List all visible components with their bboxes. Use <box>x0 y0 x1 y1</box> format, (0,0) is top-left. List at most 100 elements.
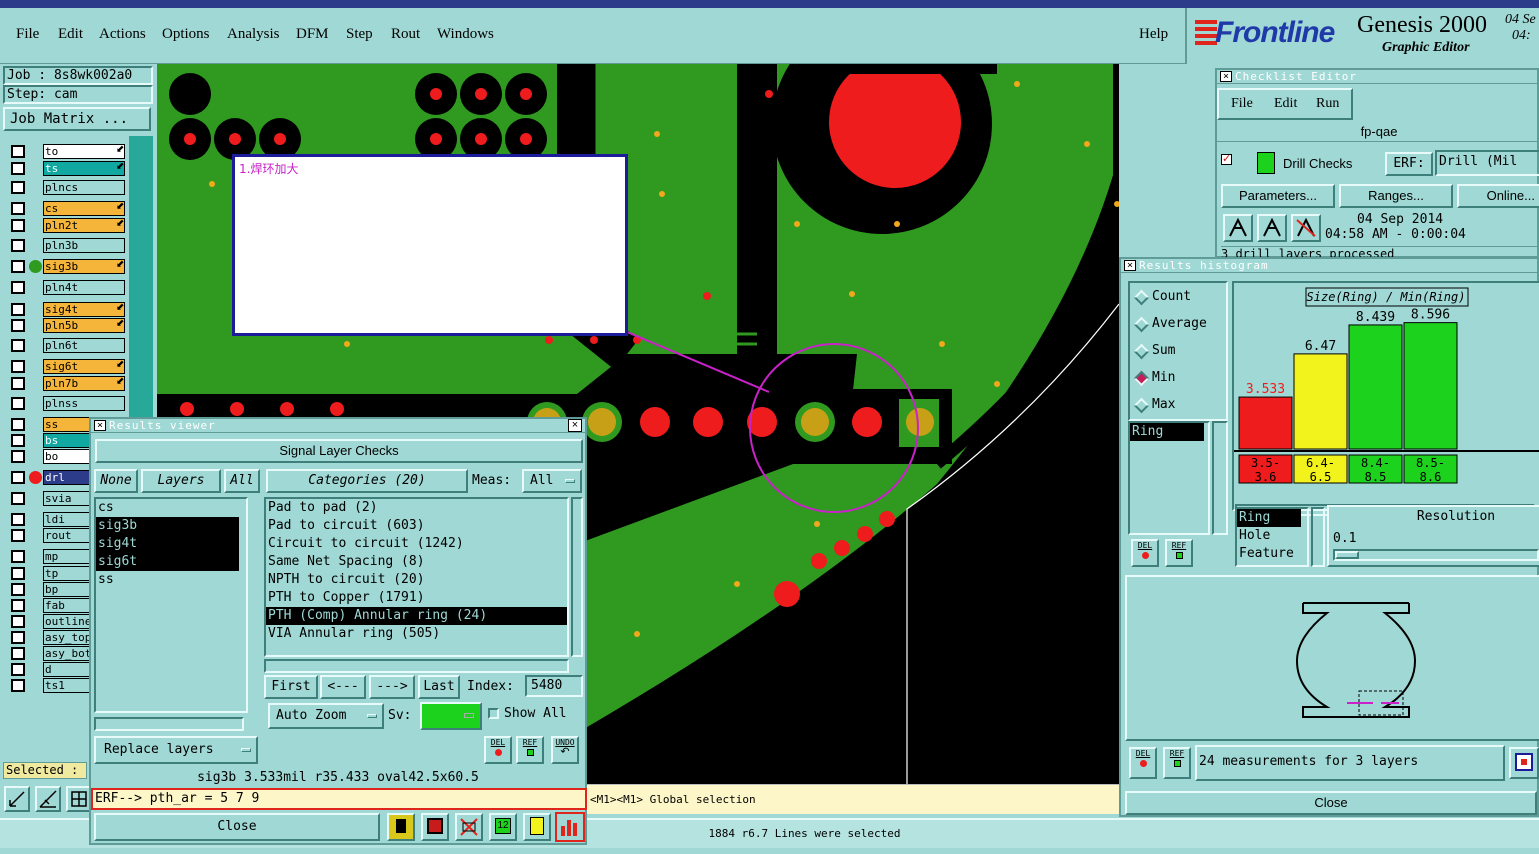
histogram-delete-button[interactable]: DEL <box>1131 539 1159 567</box>
category-item[interactable]: VIA Annular ring (505) <box>266 625 567 643</box>
layer-name[interactable]: sig6t <box>43 359 125 374</box>
report-tool-icon[interactable] <box>387 813 415 841</box>
layer-visibility-checkbox[interactable] <box>11 679 25 692</box>
layer-visibility-checkbox[interactable] <box>11 631 25 644</box>
layer-visibility-checkbox[interactable] <box>11 647 25 660</box>
layers-button[interactable]: Layers <box>141 469 221 493</box>
layer-name[interactable]: pln4t <box>43 280 125 295</box>
list-item[interactable]: sig6t <box>96 553 239 571</box>
radio-button-icon[interactable] <box>1133 343 1150 360</box>
layer-name[interactable]: pln3b <box>43 238 125 253</box>
result-layer-list[interactable]: cs sig3b sig4t sig6t ss <box>94 497 248 713</box>
checklist-menu-file[interactable]: File <box>1231 96 1253 112</box>
preview-reference-button[interactable]: REF <box>1163 747 1191 779</box>
notes-icon[interactable] <box>523 813 551 841</box>
annotation-note[interactable]: 1.焊环加大 <box>232 154 628 336</box>
all-layers-button[interactable]: All <box>224 469 260 493</box>
mode-option-max[interactable]: Max <box>1130 397 1226 415</box>
next-result-button[interactable]: ---> <box>369 675 415 699</box>
online-button[interactable]: Online... <box>1457 184 1539 208</box>
checklist-editor-titlebar[interactable]: × Checklist Editor <box>1217 70 1537 84</box>
layer-name[interactable]: plnss <box>43 396 125 411</box>
radio-button-icon[interactable] <box>1133 370 1150 387</box>
category-item[interactable]: Pad to circuit (603) <box>266 517 567 535</box>
none-layers-button[interactable]: None <box>94 469 138 493</box>
histogram-bar[interactable] <box>1238 396 1293 450</box>
stop-action-icon[interactable] <box>1291 214 1321 242</box>
parameters-button[interactable]: Parameters... <box>1221 184 1335 208</box>
ranges-button[interactable]: Ranges... <box>1339 184 1453 208</box>
layer-visibility-checkbox[interactable] <box>11 181 25 194</box>
numbering-icon[interactable]: 12 <box>489 813 517 841</box>
list-item[interactable]: sig4t <box>96 535 239 553</box>
first-result-button[interactable]: First <box>264 675 318 699</box>
menu-step[interactable]: Step <box>346 26 373 43</box>
layer-visibility-checkbox[interactable] <box>11 303 25 316</box>
list-item[interactable]: Hole <box>1237 527 1307 545</box>
erf-field[interactable]: Drill (Mil <box>1435 150 1539 176</box>
layer-name[interactable]: pln6t <box>43 338 125 353</box>
mode-option-sum[interactable]: Sum <box>1130 343 1226 361</box>
layer-visibility-checkbox[interactable] <box>11 471 25 484</box>
layer-visibility-checkbox[interactable] <box>11 663 25 676</box>
category-list-vscroll[interactable] <box>571 497 583 657</box>
layer-visibility-checkbox[interactable] <box>11 450 25 463</box>
list-item[interactable]: sig3b <box>96 517 239 535</box>
layer-visibility-checkbox[interactable] <box>11 550 25 563</box>
zoom-mode-select[interactable]: Auto Zoom <box>268 703 384 729</box>
layer-list-hscroll[interactable] <box>94 717 244 731</box>
layer-visibility-checkbox[interactable] <box>11 239 25 252</box>
layer-name[interactable]: pln2t <box>43 218 125 233</box>
menu-actions[interactable]: Actions <box>99 26 146 43</box>
group-by-vscroll[interactable] <box>1311 507 1325 567</box>
previous-result-button[interactable]: <--- <box>320 675 366 699</box>
results-viewer-titlebar[interactable]: × Results viewer <box>91 419 585 433</box>
clear-results-icon[interactable] <box>455 813 483 841</box>
job-matrix-button[interactable]: Job Matrix ... <box>3 107 151 131</box>
category-list[interactable]: Pad to pad (2) Pad to circuit (603) Circui… <box>264 497 569 657</box>
layer-visibility-checkbox[interactable] <box>11 377 25 390</box>
layer-visibility-checkbox[interactable] <box>11 339 25 352</box>
index-field[interactable]: 5480 <box>525 675 583 697</box>
layer-visibility-checkbox[interactable] <box>11 492 25 505</box>
radio-button-icon[interactable] <box>1133 397 1150 414</box>
layer-visibility-checkbox[interactable] <box>11 615 25 628</box>
category-item[interactable]: Pad to pad (2) <box>266 499 567 517</box>
category-item[interactable]: Same Net Spacing (8) <box>266 553 567 571</box>
measure-type-vscroll[interactable] <box>1212 421 1228 535</box>
reference-result-button[interactable]: REF <box>516 736 544 764</box>
layer-name[interactable]: plncs <box>43 180 125 195</box>
mode-option-count[interactable]: Count <box>1130 289 1226 307</box>
list-item[interactable]: Ring <box>1130 423 1204 441</box>
run-action-icon[interactable] <box>1223 214 1253 242</box>
list-item[interactable]: Ring <box>1237 509 1301 527</box>
menu-file[interactable]: File <box>16 26 39 43</box>
layer-name[interactable]: sig3b <box>43 259 125 274</box>
layer-name[interactable]: pln7b <box>43 376 125 391</box>
layer-name[interactable]: cs <box>43 201 125 216</box>
run-all-icon[interactable] <box>1257 214 1287 242</box>
layer-visibility-checkbox[interactable] <box>11 360 25 373</box>
radio-button-icon[interactable] <box>1133 289 1150 306</box>
layer-name[interactable]: pln5b <box>43 318 125 333</box>
layer-image-icon[interactable] <box>421 813 449 841</box>
delete-result-button[interactable]: DEL <box>484 736 512 764</box>
histogram-bar[interactable] <box>1403 322 1458 450</box>
layer-visibility-checkbox[interactable] <box>11 281 25 294</box>
histogram-reference-button[interactable]: REF <box>1165 539 1193 567</box>
layer-visibility-checkbox[interactable] <box>11 513 25 526</box>
window-menu-icon[interactable]: × <box>1220 71 1232 82</box>
layer-visibility-checkbox[interactable] <box>11 202 25 215</box>
undo-button[interactable]: UNDO ↶ <box>551 736 579 764</box>
measure-tool-icon[interactable] <box>35 786 61 812</box>
layer-visibility-checkbox[interactable] <box>11 583 25 596</box>
drill-checks-checkbox[interactable]: ✓ <box>1221 154 1232 165</box>
group-by-list[interactable]: Ring Hole Feature <box>1235 507 1309 567</box>
layer-name[interactable]: ts <box>43 161 125 176</box>
menu-options[interactable]: Options <box>162 26 210 43</box>
mode-option-min[interactable]: Min <box>1130 370 1226 388</box>
checklist-menu-edit[interactable]: Edit <box>1274 96 1297 112</box>
list-item[interactable]: Feature <box>1237 545 1307 563</box>
measure-type-list[interactable]: Ring <box>1128 421 1210 535</box>
categories-button[interactable]: Categories (20) <box>266 469 468 493</box>
